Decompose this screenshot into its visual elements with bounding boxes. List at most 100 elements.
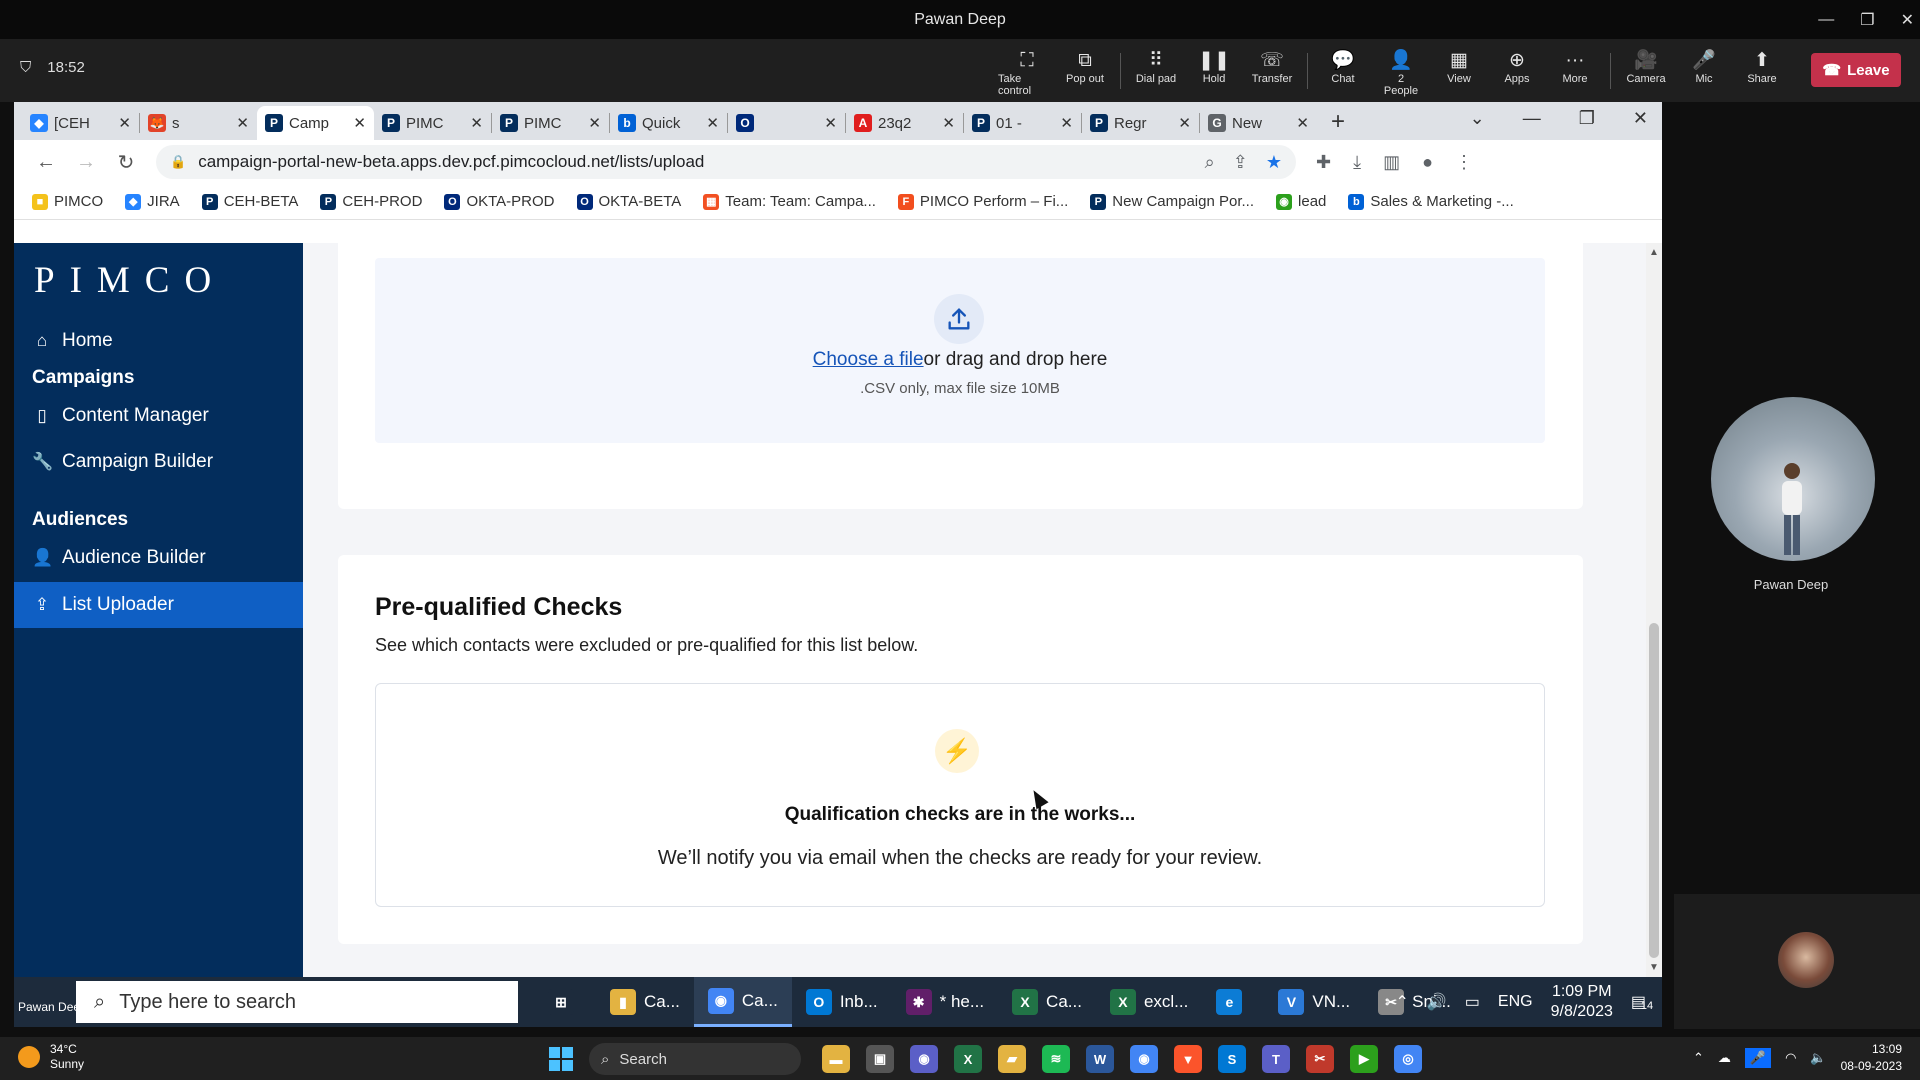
dial-pad-button[interactable]: ⠿ Dial pad: [1127, 49, 1185, 85]
participant-avatar[interactable]: [1711, 397, 1875, 561]
side-panel-icon[interactable]: ▥: [1383, 152, 1400, 173]
tab-close-icon[interactable]: ✕: [706, 114, 719, 132]
weather-widget[interactable]: 34°C Sunny: [18, 1042, 84, 1072]
scroll-up-icon[interactable]: ▲: [1646, 247, 1662, 258]
chrome-alt-icon[interactable]: ◎: [1394, 1045, 1422, 1073]
bookmark-item[interactable]: ■ PIMCO: [32, 193, 103, 210]
file-dropzone[interactable]: Choose a fileor drag and drop here .CSV …: [375, 258, 1545, 443]
choose-file-link[interactable]: Choose a file: [813, 349, 924, 370]
bookmark-item[interactable]: P CEH-PROD: [320, 193, 422, 210]
excel-icon[interactable]: X: [954, 1045, 982, 1073]
taskbar-app[interactable]: V VN...: [1264, 977, 1364, 1027]
leave-button[interactable]: ☎ Leave: [1811, 53, 1901, 87]
nav-item-home[interactable]: ⌂ Home: [14, 319, 303, 363]
bookmark-item[interactable]: O OKTA-BETA: [576, 193, 681, 210]
wifi-icon[interactable]: ◠: [1785, 1050, 1796, 1066]
taskbar-app[interactable]: ✱ * he...: [892, 977, 998, 1027]
self-avatar[interactable]: [1778, 932, 1834, 988]
browser-tab[interactable]: P Regr ✕: [1082, 106, 1199, 140]
nav-item-campaign-builder[interactable]: 🔧 Campaign Builder: [14, 440, 303, 484]
tab-close-icon[interactable]: ✕: [470, 114, 483, 132]
bookmark-item[interactable]: O OKTA-PROD: [444, 193, 555, 210]
taskbar-app[interactable]: X Ca...: [998, 977, 1096, 1027]
hold-button[interactable]: ❚❚ Hold: [1185, 49, 1243, 85]
close-icon[interactable]: ✕: [1901, 10, 1914, 30]
taskbar-search-box[interactable]: ⌕ Type here to search: [76, 981, 518, 1023]
tab-search-icon[interactable]: ⌄: [1470, 108, 1485, 129]
snip-icon[interactable]: ✂: [1306, 1045, 1334, 1073]
pop-out-button[interactable]: ⧉ Pop out: [1056, 49, 1114, 85]
taskbar-app[interactable]: ⊞: [534, 977, 596, 1027]
menu-icon[interactable]: ⋮: [1455, 152, 1473, 173]
bookmark-item[interactable]: P CEH-BETA: [201, 193, 298, 210]
nav-item-content-manager[interactable]: ▯ Content Manager: [14, 394, 303, 438]
task-view-icon[interactable]: ▣: [866, 1045, 894, 1073]
download-icon[interactable]: ⤓: [1353, 152, 1361, 173]
forward-icon[interactable]: →: [66, 151, 106, 174]
mic-active-icon[interactable]: 🎤: [1744, 1048, 1772, 1068]
teams-chat-icon[interactable]: ◉: [910, 1045, 938, 1073]
scroll-down-icon[interactable]: ▼: [1646, 962, 1662, 973]
profile-icon[interactable]: ●: [1422, 152, 1433, 173]
share-button[interactable]: ⬆ Share: [1733, 49, 1791, 85]
bookmark-item[interactable]: ◉ lead: [1276, 193, 1326, 210]
clock[interactable]: 1:09 PM 9/8/2023: [1551, 982, 1613, 1022]
more-button[interactable]: ··· More: [1546, 49, 1604, 85]
nav-item-audience-builder[interactable]: 👤 Audience Builder: [14, 536, 303, 580]
minimize-icon[interactable]: —: [1818, 11, 1834, 29]
bookmark-item[interactable]: P New Campaign Por...: [1090, 193, 1254, 210]
tab-close-icon[interactable]: ✕: [118, 114, 131, 132]
skype-icon[interactable]: S: [1218, 1045, 1246, 1073]
browser-tab[interactable]: P PIMC ✕: [374, 106, 491, 140]
clock[interactable]: 13:09 08-09-2023: [1841, 1041, 1902, 1075]
browser-tab[interactable]: O ✕: [728, 106, 845, 140]
zoom-icon[interactable]: ⌕: [1205, 152, 1215, 173]
tab-close-icon[interactable]: ✕: [1060, 114, 1073, 132]
notifications-icon[interactable]: ▤ 14: [1631, 992, 1653, 1012]
share-page-icon[interactable]: ⇪: [1233, 152, 1248, 173]
cloud-icon[interactable]: ☁: [1718, 1050, 1731, 1066]
word-icon[interactable]: W: [1086, 1045, 1114, 1073]
scrollbar-thumb[interactable]: [1649, 623, 1659, 958]
bookmark-item[interactable]: ◆ JIRA: [125, 193, 180, 210]
bookmark-item[interactable]: b Sales & Marketing -...: [1348, 193, 1514, 210]
taskbar-app[interactable]: ◉ Ca...: [693, 977, 792, 1027]
folder-icon[interactable]: ▰: [998, 1045, 1026, 1073]
take-control-button[interactable]: ⛶ Take control: [998, 49, 1056, 97]
bookmark-item[interactable]: ▦ Team: Team: Campa...: [703, 193, 876, 210]
people-button[interactable]: 👤 2 People: [1372, 49, 1430, 97]
taskbar-app[interactable]: Xexcl...: [1096, 977, 1202, 1027]
tab-close-icon[interactable]: ✕: [1178, 114, 1191, 132]
transfer-button[interactable]: ☏ Transfer: [1243, 49, 1301, 85]
taskbar-app[interactable]: O Inb...: [792, 977, 892, 1027]
taskbar-search-button[interactable]: ⌕ Search: [589, 1043, 801, 1075]
tab-close-icon[interactable]: ✕: [353, 114, 366, 132]
tab-close-icon[interactable]: ✕: [236, 114, 249, 132]
browser-tab[interactable]: G New ✕: [1200, 106, 1317, 140]
language-indicator[interactable]: ENG: [1498, 993, 1533, 1011]
taskbar-app[interactable]: e: [1202, 977, 1264, 1027]
teams-icon[interactable]: T: [1262, 1045, 1290, 1073]
chevron-up-icon[interactable]: ⌃: [1693, 1050, 1704, 1066]
player-icon[interactable]: ▶: [1350, 1045, 1378, 1073]
browser-tab[interactable]: 🦊 s ✕: [140, 106, 257, 140]
browser-tab[interactable]: b Quick ✕: [610, 106, 727, 140]
brave-icon[interactable]: ▼: [1174, 1045, 1202, 1073]
new-tab-button[interactable]: +: [1331, 108, 1345, 136]
tab-close-icon[interactable]: ✕: [588, 114, 601, 132]
pimco-logo[interactable]: PIMCO: [34, 259, 226, 302]
extensions-icon[interactable]: ✚: [1316, 152, 1331, 173]
chat-button[interactable]: 💬 Chat: [1314, 49, 1372, 85]
page-scrollbar[interactable]: ▲ ▼: [1646, 243, 1662, 977]
browser-tab[interactable]: ◆ [CEH ✕: [22, 106, 139, 140]
chrome-icon[interactable]: ◉: [1130, 1045, 1158, 1073]
minimize-icon[interactable]: —: [1523, 108, 1541, 129]
spotify-icon[interactable]: ≋: [1042, 1045, 1070, 1073]
windows-start-icon[interactable]: [549, 1047, 573, 1071]
network-icon[interactable]: ▭: [1465, 992, 1480, 1012]
apps-button[interactable]: ⊕ Apps: [1488, 49, 1546, 85]
bookmark-star-icon[interactable]: ★: [1266, 152, 1282, 173]
restore-icon[interactable]: ❐: [1579, 108, 1595, 129]
browser-tab[interactable]: P Camp ✕: [257, 106, 374, 140]
tab-close-icon[interactable]: ✕: [1296, 114, 1309, 132]
